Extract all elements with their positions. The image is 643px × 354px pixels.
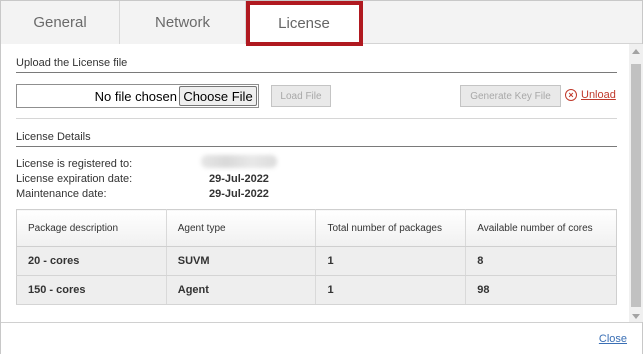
cell-agent-type: Agent bbox=[166, 275, 317, 305]
expiration-value: 29-Jul-2022 bbox=[209, 173, 269, 185]
cell-total-packages: 1 bbox=[315, 246, 467, 276]
tab-network[interactable]: Network bbox=[120, 1, 246, 44]
upload-section-divider bbox=[16, 72, 617, 73]
scroll-down-arrow-icon[interactable] bbox=[632, 314, 640, 319]
scroll-thumb[interactable] bbox=[631, 64, 641, 307]
tab-license[interactable]: License bbox=[246, 1, 363, 45]
scroll-up-arrow-icon[interactable] bbox=[632, 49, 640, 54]
header-agent-type: Agent type bbox=[166, 209, 317, 247]
details-section-divider bbox=[16, 146, 617, 147]
tab-general[interactable]: General bbox=[1, 1, 120, 44]
load-file-button[interactable]: Load File bbox=[271, 85, 331, 107]
unload-x-icon: × bbox=[565, 89, 577, 101]
choose-file-button[interactable]: Choose File bbox=[179, 86, 257, 106]
header-available-cores: Available number of cores bbox=[465, 209, 617, 247]
upload-bottom-divider bbox=[16, 118, 617, 119]
maintenance-label: Maintenance date: bbox=[16, 188, 107, 200]
table-row: 150 - cores Agent 1 98 bbox=[16, 275, 617, 305]
cell-available-cores: 98 bbox=[465, 275, 617, 305]
header-total-packages: Total number of packages bbox=[315, 209, 467, 247]
cell-agent-type: SUVM bbox=[166, 246, 317, 276]
cell-total-packages: 1 bbox=[315, 275, 467, 305]
cell-available-cores: 8 bbox=[465, 246, 617, 276]
cell-package-description: 150 - cores bbox=[16, 275, 167, 305]
upload-section-title: Upload the License file bbox=[16, 57, 128, 69]
license-content: Upload the License file No file chosen C… bbox=[1, 44, 629, 322]
close-link[interactable]: Close bbox=[599, 333, 627, 345]
table-header-row: Package description Agent type Total num… bbox=[16, 209, 617, 247]
registered-label: License is registered to: bbox=[16, 158, 133, 170]
unload-label: Unload bbox=[581, 89, 616, 101]
details-section-title: License Details bbox=[16, 131, 91, 143]
header-package-description: Package description bbox=[16, 209, 167, 247]
tab-bar: General Network License bbox=[1, 1, 642, 45]
packages-table: Package description Agent type Total num… bbox=[16, 209, 617, 305]
cell-package-description: 20 - cores bbox=[16, 246, 167, 276]
dialog-footer: Close bbox=[1, 322, 642, 354]
file-status-text: No file chosen bbox=[94, 89, 177, 104]
vertical-scrollbar[interactable] bbox=[629, 44, 643, 322]
generate-key-file-button[interactable]: Generate Key File bbox=[460, 85, 561, 107]
table-row: 20 - cores SUVM 1 8 bbox=[16, 246, 617, 276]
maintenance-value: 29-Jul-2022 bbox=[209, 188, 269, 200]
license-file-input[interactable]: No file chosen Choose File bbox=[16, 84, 259, 108]
license-dialog: General Network License Upload the Licen… bbox=[0, 0, 643, 354]
unload-link[interactable]: × Unload bbox=[565, 89, 616, 101]
expiration-label: License expiration date: bbox=[16, 173, 133, 185]
registered-value-redacted bbox=[201, 155, 277, 168]
